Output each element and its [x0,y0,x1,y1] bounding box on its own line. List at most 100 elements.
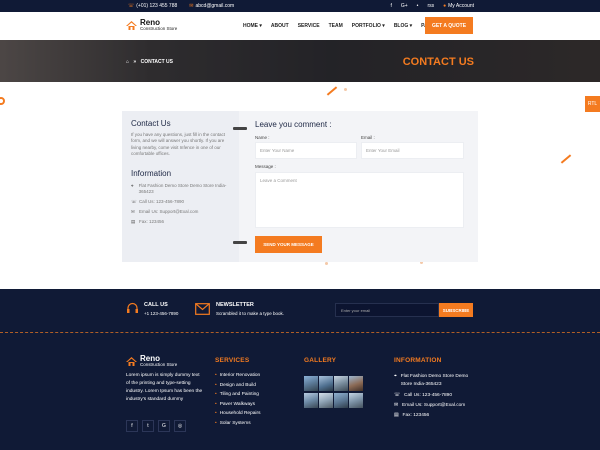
house-logo-icon [126,20,137,30]
top-bar: ☏ (+01) 123 455 788 ✉ abcd@gmail.com f G+ … [0,0,600,12]
message-textarea[interactable]: Leave a Comment [255,172,464,228]
nav-blog[interactable]: BLOG ▾ [394,23,412,29]
service-link[interactable]: Design and Build [215,381,261,391]
services-title: SERVICES [215,357,250,364]
footer-fax: ▤ Fax: 123456 [394,413,430,418]
information-title: Information [131,169,172,179]
phone-icon: ☏ [128,3,135,9]
twitter-icon[interactable]: t [142,420,154,432]
facebook-icon[interactable]: f [390,3,391,9]
contact-text: If you have any questions, just fill in … [131,132,226,156]
nav-team[interactable]: TEAM [329,23,343,29]
phone-icon: ☏ [394,393,400,398]
headset-icon [127,302,138,313]
footer-call: ☏ Call Us: 123-456-7890 [394,393,452,398]
phone-contact[interactable]: ☏ (+01) 123 455 788 [128,3,177,9]
logo-title: Reno [140,18,160,27]
gallery-image[interactable] [334,393,348,408]
main-nav: HOME ▾ ABOUT SERVICE TEAM PORTFOLIO ▾ BL… [243,23,439,29]
nav-home[interactable]: HOME ▾ [243,23,262,29]
user-icon: ● [443,3,447,9]
footer-information-title: INFORMATION [394,357,442,364]
nav-service[interactable]: SERVICE [298,23,320,29]
gallery-image[interactable] [349,393,363,408]
email-row: ✉ Email Us: Support@Exal.com [131,209,199,215]
gallery-image[interactable] [319,393,333,408]
nav-portfolio[interactable]: PORTFOLIO ▾ [352,23,385,29]
footer-logo-title: Reno [140,354,160,363]
dot-decoration [344,88,347,91]
name-input[interactable]: Enter Your Name [255,142,357,159]
gallery-image[interactable] [319,376,333,391]
gallery-image[interactable] [334,376,348,391]
newsletter-text: Scrambled it to make a type book. [216,311,285,316]
mail-icon: ✉ [131,209,135,215]
envelope-icon [195,303,210,315]
fax-icon: ▤ [394,413,399,418]
scroll-handle[interactable] [233,241,247,244]
fax-row: ▤ Fax: 123456 [131,219,165,225]
social-icon[interactable]: • [417,3,419,9]
service-link[interactable]: Paver Walkways [215,400,261,410]
google-icon[interactable]: G [158,420,170,432]
service-link[interactable]: Interior Renovation [215,371,261,381]
fax-icon: ▤ [131,219,136,225]
footer-social: f t G ◎ [126,420,186,432]
pencil-decoration [326,86,338,96]
gallery-image[interactable] [304,393,318,408]
header: Reno Construction Store HOME ▾ ABOUT SER… [0,12,600,40]
page-title: CONTACT US [402,56,474,68]
mail-icon: ✉ [189,3,194,9]
breadcrumb: ⌂ » CONTACT US [126,59,173,65]
footer-logo[interactable]: Reno Construction Store [126,355,177,367]
location-icon: ⌖ [131,183,134,189]
form-title: Leave you comment : [255,120,332,129]
email-input[interactable]: Enter Your Email [361,142,464,159]
nav-about[interactable]: ABOUT [271,23,289,29]
footer-email: ✉ Email Us: Support@Exal.com [394,403,466,408]
gallery-image[interactable] [304,376,318,391]
logo[interactable]: Reno Construction Store [126,19,177,31]
footer-address: ⌖ Flat Fashion Demo Store Demo Store Indi… [394,374,469,387]
contact-title: Contact Us [131,119,171,128]
email-contact[interactable]: ✉ abcd@gmail.com [189,3,234,9]
footer-top-bar [0,289,600,333]
dot-decoration [325,262,328,265]
logo-subtitle: Construction Store [140,26,178,31]
message-label: Message : [255,164,276,169]
footer [0,333,600,450]
contact-info-content: Contact Us If you have any questions, ju… [131,119,233,229]
footer-information: ⌖ Flat Fashion Demo Store Demo Store Indi… [394,373,476,420]
pencil-decoration [560,154,572,164]
gallery-image[interactable] [349,376,363,391]
page-banner [0,40,600,82]
send-message-button[interactable]: SEND YOUR MESSAGE [255,236,322,253]
name-label: Name : [255,135,270,140]
my-account-link[interactable]: ● My Account [443,3,474,9]
service-link[interactable]: Tiling and Painting [215,390,261,400]
call-row: ☏ Call Us: 123-456-7890 [131,199,185,205]
gallery-title: GALLERY [304,357,337,364]
address-row: ⌖ Flat Fashion Demo Store Demo Store Indi… [131,183,227,195]
service-link[interactable]: Solar Systems [215,419,261,429]
instagram-icon[interactable]: ◎ [174,420,186,432]
rss-icon[interactable]: rss [427,3,434,9]
facebook-icon[interactable]: f [126,420,138,432]
service-link[interactable]: Household Repairs [215,409,261,419]
location-icon: ⌖ [394,374,397,379]
newsletter-title: NEWSLETTER [216,302,254,308]
footer-about-text: Lorem ipsum is simply dummy text of the … [126,373,203,402]
breadcrumb-current: CONTACT US [140,59,173,65]
call-us-number[interactable]: +1 123-456-7890 [144,311,178,316]
rtl-toggle-button[interactable]: RTL [585,96,600,112]
home-icon[interactable]: ⌂ [126,59,129,65]
footer-logo-subtitle: Construction Store [140,362,178,367]
phone-icon: ☏ [131,199,137,205]
newsletter-email-input[interactable]: Enter your email [335,303,439,317]
subscribe-button[interactable]: SUBSCRIBE [439,303,473,317]
call-us-title: CALL US [144,302,168,308]
scroll-handle[interactable] [233,127,247,130]
get-a-quote-button[interactable]: GET A QUOTE [425,17,473,34]
google-plus-icon[interactable]: G+ [401,3,408,9]
email-label: Email : [361,135,375,140]
